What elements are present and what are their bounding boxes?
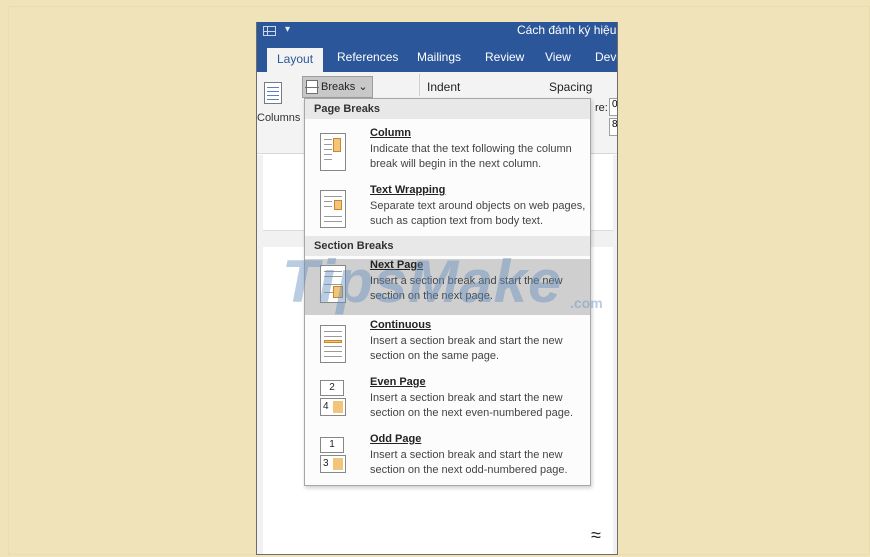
- menu-item-description: Indicate that the text following the col…: [370, 143, 572, 170]
- menu-item-description: Insert a section break and start the new…: [370, 275, 563, 302]
- section-breaks-header: Section Breaks: [305, 236, 590, 256]
- breaks-label: Breaks: [321, 81, 356, 93]
- quick-access-icon[interactable]: [263, 26, 276, 36]
- menu-item-continuous[interactable]: Continuous Insert a section break and st…: [305, 319, 590, 375]
- watermark-suffix: .com: [570, 295, 603, 311]
- menu-item-next-page[interactable]: Next Page Insert a section break and sta…: [305, 259, 590, 315]
- spacing-label: Spacing: [549, 80, 593, 94]
- menu-item-text-wrapping[interactable]: Text Wrapping Separate text around objec…: [305, 184, 590, 240]
- menu-item-description: Separate text around objects on web page…: [370, 200, 586, 227]
- breaks-icon: [305, 80, 319, 94]
- spacing-before-input[interactable]: 0: [609, 98, 617, 116]
- spacing-after-input[interactable]: 8: [609, 118, 617, 136]
- menu-item-column[interactable]: Column Indicate that the text following …: [305, 127, 590, 183]
- before-label-fragment: re:: [595, 102, 608, 114]
- tab-view[interactable]: View: [545, 46, 571, 72]
- chevron-down-icon: ⌄: [358, 81, 368, 93]
- menu-item-title: Continuous: [370, 319, 432, 331]
- document-title: Cách đánh ký hiệu l: [517, 23, 618, 37]
- tab-references[interactable]: References: [337, 46, 398, 72]
- next-page-break-icon: [320, 265, 346, 303]
- menu-item-title: Even Page: [370, 376, 426, 388]
- tab-layout[interactable]: Layout: [267, 48, 324, 74]
- menu-item-description: Insert a section break and start the new…: [370, 449, 568, 476]
- continuous-break-icon: [320, 325, 346, 363]
- menu-item-title: Text Wrapping: [370, 184, 446, 196]
- columns-button[interactable]: Columns: [257, 80, 301, 130]
- odd-page-break-icon: 1 3: [320, 435, 346, 475]
- even-page-break-icon: 2 4: [320, 378, 346, 418]
- tab-mailings[interactable]: Mailings: [417, 46, 461, 72]
- menu-item-description: Insert a section break and start the new…: [370, 335, 563, 362]
- columns-label: Columns: [257, 112, 301, 124]
- column-break-icon: [320, 133, 346, 171]
- title-bar: ▾ Cách đánh ký hiệu l: [257, 22, 618, 46]
- columns-icon: [264, 82, 282, 104]
- menu-item-odd-page[interactable]: 1 3 Odd Page Insert a section break and …: [305, 433, 590, 489]
- text-wrapping-break-icon: [320, 190, 346, 228]
- ribbon-separator: [419, 74, 420, 96]
- menu-item-title: Odd Page: [370, 433, 422, 445]
- ribbon-tabs: Layout References Mailings Review View D…: [257, 46, 617, 74]
- customize-toolbar-chevron-icon[interactable]: ▾: [285, 24, 290, 35]
- indent-label: Indent: [427, 80, 461, 94]
- breaks-menu: Page Breaks Column Indicate that the tex…: [304, 98, 591, 486]
- menu-item-title: Column: [370, 127, 411, 139]
- menu-item-description: Insert a section break and start the new…: [370, 392, 574, 419]
- tab-review[interactable]: Review: [485, 46, 524, 72]
- menu-item-even-page[interactable]: 2 4 Even Page Insert a section break and…: [305, 376, 590, 432]
- breaks-button[interactable]: Breaks ⌄: [302, 76, 373, 98]
- document-symbol: ≈: [591, 525, 601, 545]
- menu-item-title: Next Page: [370, 259, 424, 271]
- tab-developer[interactable]: Deve: [595, 46, 617, 72]
- page-breaks-header: Page Breaks: [305, 99, 590, 119]
